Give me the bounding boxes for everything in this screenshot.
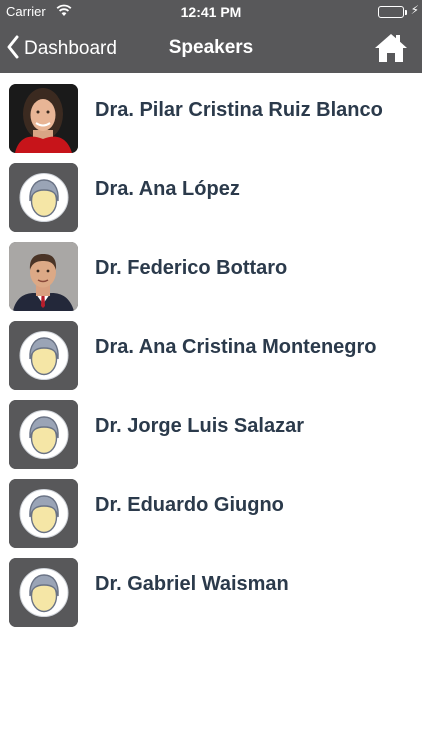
avatar-placeholder-icon — [9, 479, 78, 548]
home-icon — [375, 34, 407, 62]
speaker-name: Dr. Gabriel Waisman — [95, 573, 289, 595]
speaker-name: Dra. Ana López — [95, 178, 240, 200]
speaker-name: Dr. Federico Bottaro — [95, 257, 288, 279]
avatar-placeholder-icon — [9, 558, 78, 627]
back-button-label: Dashboard — [24, 38, 117, 59]
charging-bolt-icon: ⚡ — [410, 3, 419, 17]
battery-cap — [405, 10, 407, 15]
status-bar: Carrier 12:41 PM ⚡ — [0, 0, 422, 24]
speaker-row[interactable]: Dr. Federico Bottaro — [0, 231, 422, 311]
clock: 12:41 PM — [180, 4, 242, 20]
navigation-bar: Dashboard Speakers — [0, 24, 422, 73]
speaker-list: Dra. Pilar Cristina Ruiz Blanco Dra. Ana… — [0, 73, 422, 627]
speaker-name: Dr. Eduardo Giugno — [95, 494, 284, 516]
chevron-left-icon — [6, 35, 20, 64]
avatar-placeholder-icon — [9, 321, 78, 390]
back-button[interactable]: Dashboard — [6, 34, 117, 64]
home-button[interactable] — [374, 32, 408, 64]
speaker-name: Dra. Ana Cristina Montenegro — [95, 336, 377, 358]
avatar-placeholder-icon — [9, 163, 78, 232]
speaker-row[interactable]: Dra. Ana Cristina Montenegro — [0, 310, 422, 390]
speaker-row[interactable]: Dra. Pilar Cristina Ruiz Blanco — [0, 73, 422, 153]
battery-icon — [378, 6, 404, 18]
speaker-name: Dra. Pilar Cristina Ruiz Blanco — [95, 99, 383, 121]
avatar-placeholder-icon — [9, 400, 78, 469]
avatar — [9, 84, 78, 153]
speaker-row[interactable]: Dra. Ana López — [0, 152, 422, 232]
speaker-name: Dr. Jorge Luis Salazar — [95, 415, 304, 437]
speaker-row[interactable]: Dr. Gabriel Waisman — [0, 547, 422, 627]
speaker-row[interactable]: Dr. Eduardo Giugno — [0, 468, 422, 548]
avatar — [9, 242, 78, 311]
speaker-row[interactable]: Dr. Jorge Luis Salazar — [0, 389, 422, 469]
top-bar: Carrier 12:41 PM ⚡ Dashboard Speakers — [0, 0, 422, 73]
